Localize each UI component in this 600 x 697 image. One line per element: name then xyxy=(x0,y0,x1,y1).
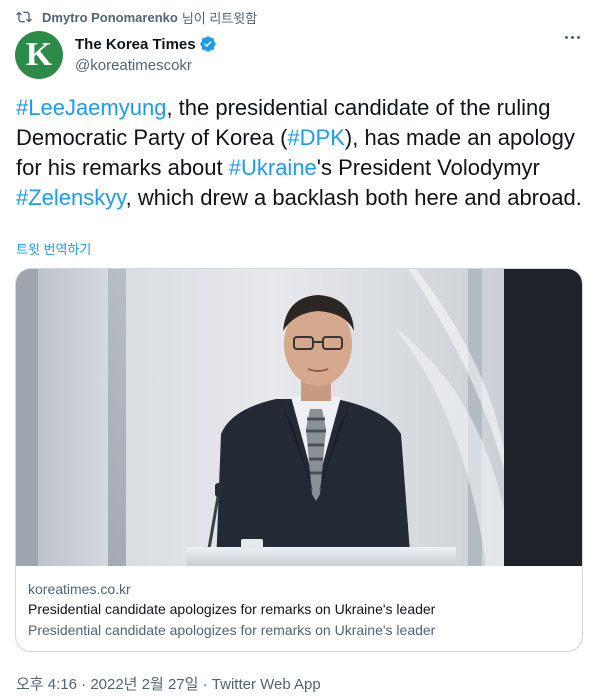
tweet-time[interactable]: 오후 4:16 xyxy=(16,676,77,693)
meta-separator: · xyxy=(81,676,87,693)
card-photo xyxy=(16,269,582,566)
tweet-text-segment: , which drew a backlash both here and ab… xyxy=(125,185,582,210)
tweet-text-segment: 's President Volodymyr xyxy=(316,155,540,180)
verified-badge-icon xyxy=(199,36,216,52)
retweet-suffix: 님이 리트윗함 xyxy=(181,10,258,26)
author-name[interactable]: The Korea Times xyxy=(75,36,196,53)
translate-tweet-link[interactable]: 트윗 번역하기 xyxy=(16,239,91,258)
more-options-icon[interactable] xyxy=(565,36,580,39)
retweet-icon xyxy=(16,11,32,23)
avatar[interactable]: K xyxy=(15,31,63,79)
tweet-date[interactable]: 2022년 2월 27일 xyxy=(90,676,198,693)
retweet-context[interactable]: Dmytro Ponomarenko 님이 리트윗함 xyxy=(16,7,257,27)
hashtag-link[interactable]: #LeeJaemyung xyxy=(16,95,166,120)
link-card[interactable]: koreatimes.co.kr Presidential candidate … xyxy=(15,268,583,652)
hashtag-link[interactable]: #Zelenskyy xyxy=(16,185,126,210)
card-domain: koreatimes.co.kr xyxy=(28,581,131,597)
hashtag-link[interactable]: #Ukraine xyxy=(229,155,317,180)
tweet-meta: 오후 4:16 · 2022년 2월 27일 · Twitter Web App xyxy=(16,673,321,694)
author-info[interactable]: The Korea Times @koreatimescokr xyxy=(75,34,217,74)
tweet-source[interactable]: Twitter Web App xyxy=(212,676,321,693)
retweeter-name[interactable]: Dmytro Ponomarenko xyxy=(42,10,178,25)
author-handle[interactable]: @koreatimescokr xyxy=(75,57,217,74)
meta-separator: · xyxy=(202,676,208,693)
hashtag-link[interactable]: #DPK xyxy=(287,125,344,150)
tweet-text: #LeeJaemyung, the presidential candidate… xyxy=(16,93,586,213)
card-title: Presidential candidate apologizes for re… xyxy=(28,601,436,617)
card-image[interactable] xyxy=(16,269,582,566)
card-description: Presidential candidate apologizes for re… xyxy=(28,622,436,638)
avatar-letter: K xyxy=(25,36,53,73)
